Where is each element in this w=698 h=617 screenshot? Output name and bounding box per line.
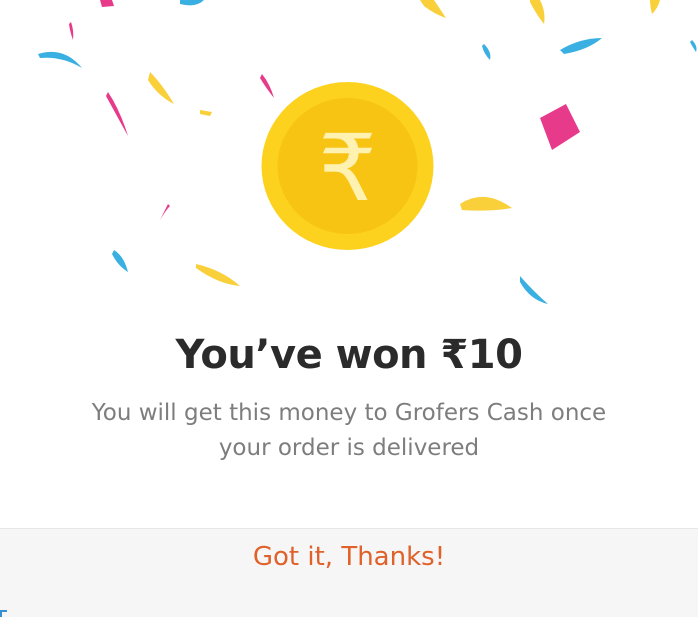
reward-message: You will get this money to Grofers Cash … <box>91 400 607 461</box>
rupee-coin-icon: ₹ <box>261 82 434 250</box>
got-it-button[interactable]: Got it, Thanks! <box>0 507 698 607</box>
reward-dialog: ₹ You’ve won ₹10 You will get this money… <box>0 0 698 617</box>
corner-marker <box>0 610 7 617</box>
reward-title: You’ve won ₹10 <box>175 332 523 378</box>
dialog-footer: Got it, Thanks! <box>0 528 698 617</box>
rupee-symbol: ₹ <box>318 115 377 222</box>
